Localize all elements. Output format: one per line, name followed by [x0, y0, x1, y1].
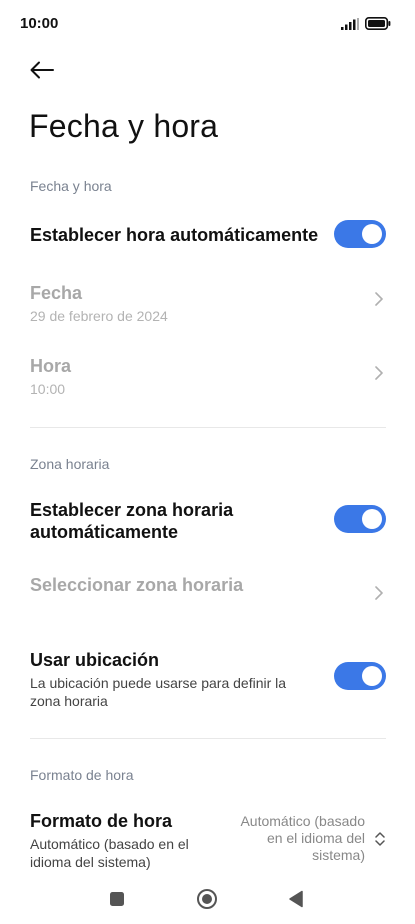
battery-icon: [365, 17, 391, 30]
divider: [30, 427, 386, 428]
date-value: 29 de febrero de 2024: [30, 308, 168, 324]
auto-time-toggle[interactable]: [334, 220, 386, 248]
time-format-value-line3: sistema): [312, 847, 365, 863]
time-format-label: Formato de hora: [30, 811, 173, 831]
back-button[interactable]: [26, 54, 58, 86]
use-location-toggle[interactable]: [334, 662, 386, 690]
status-icons: [341, 17, 391, 30]
time-row[interactable]: Hora 10:00: [30, 355, 386, 398]
chevron-right-icon: [375, 292, 383, 306]
recents-square-icon: [110, 892, 124, 906]
status-time: 10:00: [20, 15, 59, 32]
chevron-right-icon: [375, 366, 383, 380]
time-format-desc-line2: idioma del sistema): [30, 854, 151, 870]
back-triangle-icon: [289, 890, 303, 908]
signal-icon: [341, 17, 359, 30]
toggle-knob: [362, 509, 382, 529]
use-location-desc-line1: La ubicación puede usarse para definir l…: [30, 675, 287, 691]
home-circle-icon: [197, 889, 217, 909]
home-button[interactable]: [194, 886, 220, 912]
toggle-knob: [362, 666, 382, 686]
arrow-left-icon: [30, 61, 54, 79]
time-format-value-line2: en el idioma del: [266, 830, 365, 846]
section-header-timezone: Zona horaria: [30, 456, 110, 472]
date-label: Fecha: [30, 283, 83, 303]
auto-time-row[interactable]: Establecer hora automáticamente: [30, 224, 386, 246]
updown-chevron-icon[interactable]: [374, 830, 386, 848]
section-header-time-format: Formato de hora: [30, 767, 134, 783]
auto-zone-label-line1: Establecer zona horaria: [30, 500, 234, 520]
auto-zone-toggle[interactable]: [334, 505, 386, 533]
page-title: Fecha y hora: [29, 108, 219, 144]
navigation-bar: [0, 874, 415, 924]
auto-zone-label-line2: automáticamente: [30, 522, 179, 542]
time-format-desc-line1: Automático (basado en el: [30, 836, 189, 852]
section-header-date-time: Fecha y hora: [30, 178, 112, 194]
use-location-desc-line2: zona horaria: [30, 693, 108, 709]
date-row[interactable]: Fecha 29 de febrero de 2024: [30, 282, 386, 325]
time-format-select-value[interactable]: Automático (basado en el idioma del sist…: [215, 813, 365, 864]
select-zone-label: Seleccionar zona horaria: [30, 575, 244, 595]
chevron-right-icon: [375, 586, 383, 600]
toggle-knob: [362, 224, 382, 244]
use-location-label: Usar ubicación: [30, 650, 160, 670]
time-label: Hora: [30, 356, 72, 376]
time-format-row[interactable]: Formato de hora Automático (basado en el…: [30, 810, 240, 871]
auto-zone-row[interactable]: Establecer zona horaria automáticamente: [30, 499, 386, 543]
time-value: 10:00: [30, 381, 66, 397]
divider: [30, 738, 386, 739]
recents-button[interactable]: [104, 886, 130, 912]
nav-back-button[interactable]: [283, 886, 309, 912]
auto-time-label: Establecer hora automáticamente: [30, 225, 319, 245]
select-zone-row[interactable]: Seleccionar zona horaria: [30, 574, 386, 596]
use-location-row[interactable]: Usar ubicación La ubicación puede usarse…: [30, 649, 386, 710]
time-format-value-line1: Automático (basado: [240, 813, 365, 829]
status-bar: 10:00: [0, 0, 415, 50]
